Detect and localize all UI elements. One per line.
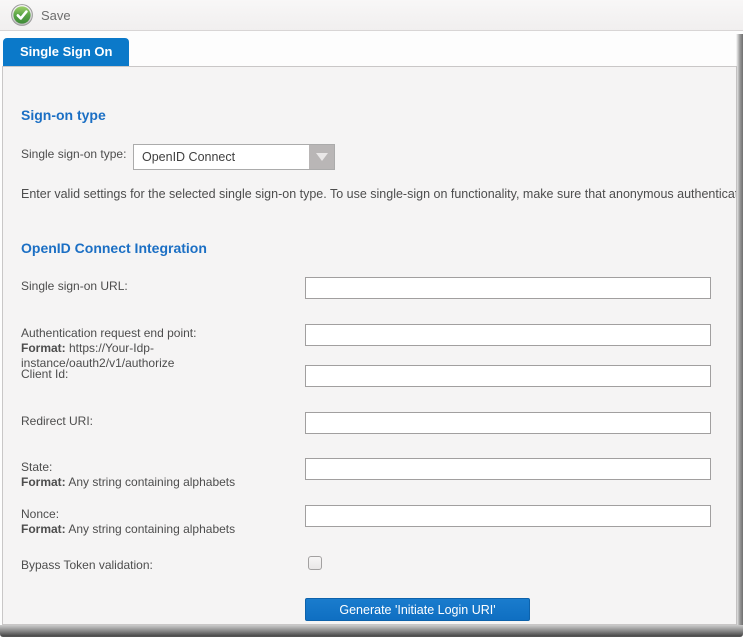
field-format-hint: Format: Any string containing alphabets xyxy=(21,522,303,537)
field-format-hint: Format: Any string containing alphabets xyxy=(21,475,303,490)
field-label: Authentication request end point: xyxy=(21,326,303,341)
field-label: Client Id: xyxy=(21,367,303,382)
save-check-icon xyxy=(11,4,33,26)
field-label: Nonce: xyxy=(21,507,303,522)
client-id-field[interactable] xyxy=(305,365,711,387)
section-heading-openid-integration: OpenID Connect Integration xyxy=(21,240,207,256)
nonce-field[interactable] xyxy=(305,505,711,527)
field-label: Bypass Token validation: xyxy=(21,558,303,573)
sign-on-type-label: Single sign-on type: xyxy=(21,147,126,161)
dropdown-arrow-button[interactable] xyxy=(309,145,334,169)
sign-on-description: Enter valid settings for the selected si… xyxy=(21,187,736,201)
content-panel: Sign-on type Single sign-on type: OpenID… xyxy=(2,66,737,625)
sign-on-type-select[interactable]: OpenID Connect xyxy=(133,144,335,170)
redirect-uri-field[interactable] xyxy=(305,412,711,434)
field-label: Single sign-on URL: xyxy=(21,279,303,294)
field-label: State: xyxy=(21,460,303,475)
single-sign-on-url-field[interactable] xyxy=(305,277,711,299)
sign-on-type-selected-value: OpenID Connect xyxy=(134,150,309,164)
generate-initiate-login-uri-button[interactable]: Generate 'Initiate Login URI' xyxy=(305,598,530,621)
toolbar: Save xyxy=(0,0,743,31)
save-button-label: Save xyxy=(41,8,71,23)
window-right-edge xyxy=(736,34,743,627)
auth-request-endpoint-field[interactable] xyxy=(305,324,711,346)
tab-single-sign-on[interactable]: Single Sign On xyxy=(3,38,129,66)
save-button[interactable]: Save xyxy=(9,2,77,28)
tab-bar: Single Sign On xyxy=(3,38,129,66)
field-label: Redirect URI: xyxy=(21,414,303,429)
section-heading-sign-on-type: Sign-on type xyxy=(21,107,106,123)
settings-window: Save Single Sign On Sign-on type Single … xyxy=(0,0,743,637)
state-field[interactable] xyxy=(305,458,711,480)
window-bottom-edge xyxy=(0,625,743,637)
bypass-token-validation-checkbox[interactable] xyxy=(308,556,322,570)
chevron-down-icon xyxy=(316,153,328,161)
